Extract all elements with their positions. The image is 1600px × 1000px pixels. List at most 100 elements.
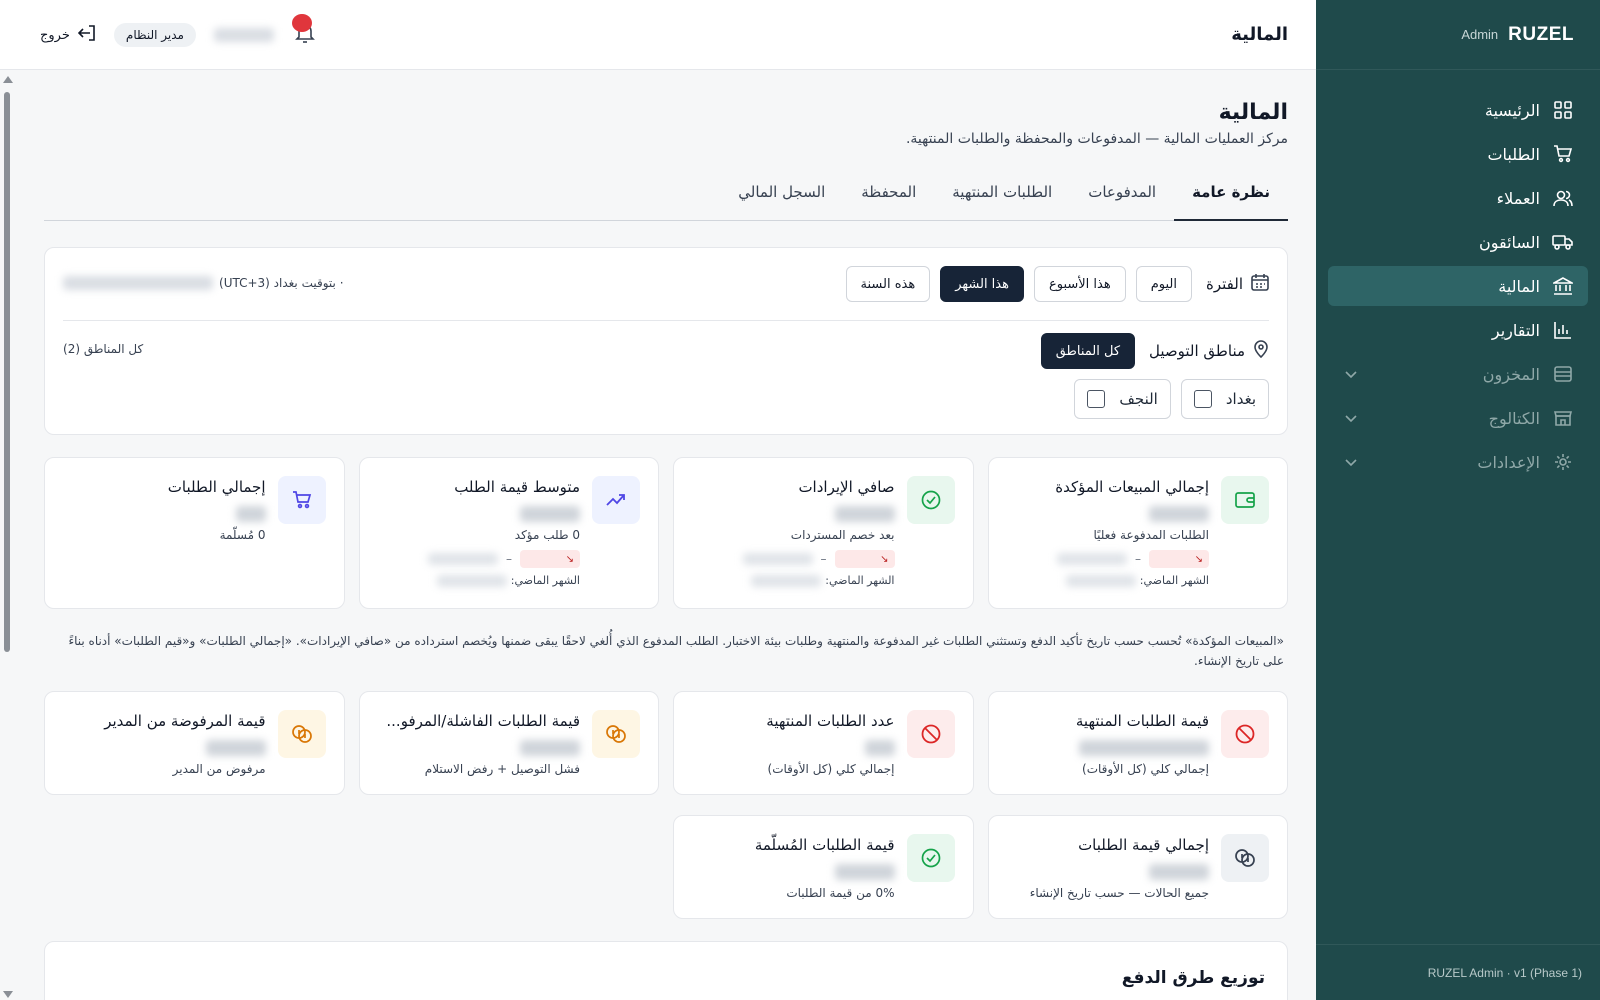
all-zones-button[interactable]: كل المناطق (1040, 333, 1136, 369)
tab-payments[interactable]: المدفوعات (1070, 183, 1174, 221)
zone-baghdad-checkbox[interactable]: بغداد (1180, 379, 1269, 419)
checkbox[interactable] (1193, 390, 1212, 408)
trend-dash: – (1135, 552, 1141, 566)
trend-value (742, 553, 813, 565)
card-value (1149, 864, 1209, 880)
kpi-title: إجمالي المبيعات المؤكدة (1055, 478, 1209, 496)
sidebar-item-settings[interactable]: الإعدادات (1328, 442, 1588, 482)
card-title: عدد الطلبات المنتهية (766, 712, 895, 730)
sidebar-item-inventory[interactable]: المخزون (1328, 354, 1588, 394)
sidebar-item-catalog[interactable]: الكتالوج (1328, 398, 1588, 438)
kpi-sub: الطلبات المدفوعة فعليًا (1093, 528, 1209, 542)
store-icon (1552, 407, 1574, 429)
trend-value (428, 553, 498, 565)
header-title: المالية (1231, 24, 1288, 45)
trend-down-badge: ↘ (834, 550, 895, 568)
scroll-thumb[interactable] (4, 92, 10, 652)
role-badge: مدير النظام (113, 23, 196, 47)
date-range (63, 276, 213, 290)
card-value (205, 740, 266, 756)
sidebar-item-label: العملاء (1496, 188, 1540, 208)
sidebar: Admin RUZEL الرئيسية الطلبات العملاء الس… (1316, 0, 1600, 1000)
sidebar-item-label: الكتالوج (1488, 408, 1540, 428)
sidebar-footer: RUZEL Admin · v1 (Phase 1) (1316, 944, 1600, 1000)
dashboard-icon (1552, 99, 1574, 121)
scroll-up-arrow[interactable] (3, 76, 13, 83)
card-value (1079, 740, 1209, 756)
wallet-icon (1221, 476, 1269, 524)
timezone-info: · بتوقيت بغداد (UTC+3) (63, 276, 344, 290)
notifications-button[interactable] (291, 14, 318, 48)
zones-label-text: مناطق التوصيل (1149, 342, 1245, 360)
sidebar-item-finance[interactable]: المالية (1328, 266, 1588, 306)
kpi-prev: الشهر الماضي: (1007, 574, 1209, 587)
zone-label: النجف (1119, 390, 1158, 408)
zone-najaf-checkbox[interactable]: النجف (1074, 379, 1171, 419)
trend-dash: – (506, 552, 512, 566)
card-total-order-value: إجمالي قيمة الطلبات جميع الحالات — حسب ت… (987, 815, 1288, 919)
period-week-button[interactable]: هذا الأسبوع (1033, 266, 1126, 302)
prev-value (436, 574, 507, 587)
trend-down-badge: ↘ (1149, 550, 1209, 568)
bar-chart-icon (1552, 319, 1574, 341)
tab-overview[interactable]: نظرة عامة (1174, 183, 1288, 221)
expired-cards: قيمة الطلبات المنتهية إجمالي كلي (كل الأ… (44, 691, 1288, 795)
sidebar-item-customers[interactable]: العملاء (1328, 178, 1588, 218)
users-icon (1552, 187, 1574, 209)
kpi-value (834, 506, 895, 522)
payment-methods-title: توزيع طرق الدفع (1121, 968, 1265, 988)
prev-label: الشهر الماضي: (825, 574, 895, 587)
scrollbar[interactable] (3, 76, 13, 1000)
tab-financial-log[interactable]: السجل المالي (720, 183, 843, 221)
card-title: إجمالي قيمة الطلبات (1078, 836, 1209, 854)
period-today-button[interactable]: اليوم (1135, 266, 1192, 302)
card-delivered-value: قيمة الطلبات المُسلّمة 0% من قيمة الطلبا… (673, 815, 974, 919)
ban-icon (1221, 710, 1269, 758)
scroll-down-arrow[interactable] (3, 991, 13, 998)
coins-icon (277, 710, 326, 758)
tab-expired-orders[interactable]: الطلبات المنتهية (934, 183, 1070, 221)
sidebar-item-orders[interactable]: الطلبات (1328, 134, 1588, 174)
logout-label: خروج (40, 27, 70, 43)
card-sub: مرفوض من المدير (172, 762, 266, 776)
card-rejected-value: قيمة المرفوضة من المدير مرفوض من المدير (44, 691, 345, 795)
sidebar-item-label: الرئيسية (1484, 100, 1540, 120)
card-title: قيمة الطلبات الفاشلة/المرفو... (386, 712, 580, 730)
tabs: نظرة عامة المدفوعات الطلبات المنتهية الم… (44, 183, 1288, 221)
card-value (834, 864, 895, 880)
period-month-button[interactable]: هذا الشهر (940, 266, 1024, 302)
header-tools: خروج مدير النظام (40, 0, 318, 70)
trend-value (1057, 553, 1127, 565)
kpi-card-total-orders: إجمالي الطلبات 0 مُسلّمة (44, 457, 345, 609)
sidebar-item-drivers[interactable]: السائقون (1328, 222, 1588, 262)
kpi-cards: إجمالي المبيعات المؤكدة الطلبات المدفوعة… (44, 457, 1288, 609)
sidebar-item-reports[interactable]: التقارير (1328, 310, 1588, 350)
zones-label: مناطق التوصيل (1149, 340, 1269, 362)
prev-value (751, 574, 822, 587)
sidebar-item-label: السائقون (1478, 232, 1540, 252)
user-name (213, 28, 274, 42)
chevron-down-icon (1342, 410, 1358, 426)
kpi-trend: ↘ – (692, 550, 895, 568)
cart-icon (1552, 143, 1574, 165)
logout-button[interactable]: خروج (40, 25, 96, 45)
kpi-card-confirmed-sales: إجمالي المبيعات المؤكدة الطلبات المدفوعة… (987, 457, 1288, 609)
truck-icon (1552, 231, 1574, 253)
tab-wallet[interactable]: المحفظة (843, 183, 934, 221)
sidebar-item-label: المالية (1498, 276, 1540, 296)
sidebar-item-home[interactable]: الرئيسية (1328, 90, 1588, 130)
card-sub: إجمالي كلي (كل الأوقات) (767, 762, 895, 776)
checkbox[interactable] (1087, 390, 1106, 408)
chevron-down-icon (1342, 366, 1358, 382)
card-value (864, 740, 895, 756)
chevron-down-icon (1342, 454, 1358, 470)
kpi-prev: الشهر الماضي: (692, 574, 895, 587)
check-circle-icon (906, 834, 955, 882)
period-label: الفترة (1206, 273, 1269, 295)
period-year-button[interactable]: هذه السنة (845, 266, 931, 302)
prev-value (1065, 574, 1136, 587)
sidebar-item-label: التقارير (1491, 320, 1540, 340)
sidebar-item-label: المخزون (1482, 364, 1540, 384)
kpi-title: إجمالي الطلبات (167, 478, 266, 496)
card-failed-value: قيمة الطلبات الفاشلة/المرفو... فشل التوص… (358, 691, 659, 795)
